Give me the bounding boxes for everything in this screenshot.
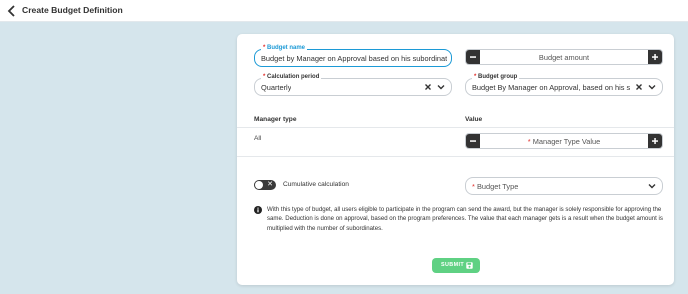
toggle-knob (255, 181, 263, 189)
plus-button[interactable] (648, 50, 662, 64)
table-divider (237, 156, 674, 157)
cumulative-label: Cumulative calculation (283, 181, 349, 188)
manager-type-value-stepper[interactable]: * Manager Type Value (465, 133, 663, 149)
chevron-down-icon[interactable] (436, 82, 446, 92)
chevron-down-icon[interactable] (647, 82, 657, 92)
info-text: With this type of budget, all users elig… (267, 206, 663, 232)
calculation-period-select[interactable]: * Calculation period Quarterly (254, 73, 452, 96)
calculation-period-label: * Calculation period (261, 73, 322, 81)
manager-type-header: Manager type (254, 116, 297, 123)
budget-name-label: * Budget name (261, 44, 308, 52)
minus-button[interactable] (466, 134, 480, 148)
budget-name-field[interactable]: * Budget name Budget by Manager on Appro… (254, 44, 452, 67)
table-divider (237, 127, 674, 128)
budget-amount-stepper[interactable]: Budget amount (465, 49, 663, 65)
budget-type-placeholder: * Budget Type (472, 182, 519, 191)
budget-amount-placeholder: Budget amount (538, 53, 590, 62)
budget-type-select[interactable]: * Budget Type (465, 177, 663, 195)
submit-label: SUBMIT (441, 262, 465, 268)
top-bar: Create Budget Definition (0, 0, 688, 22)
minus-button[interactable] (466, 50, 480, 64)
budget-form-card: * Budget name Budget by Manager on Appro… (237, 34, 674, 285)
budget-group-label: * Budget group (472, 73, 520, 81)
close-icon[interactable] (634, 82, 644, 92)
close-icon[interactable] (423, 82, 433, 92)
plus-icon (652, 54, 658, 60)
plus-button[interactable] (648, 134, 662, 148)
page-title: Create Budget Definition (22, 5, 123, 15)
calculation-period-value: Quarterly (261, 83, 292, 92)
close-icon: ✕ (267, 181, 273, 188)
save-icon (466, 262, 473, 269)
chevron-left-icon[interactable] (7, 5, 17, 17)
cumulative-toggle[interactable]: ✕ (254, 180, 276, 190)
chevron-down-icon[interactable] (647, 181, 657, 191)
budget-group-select[interactable]: * Budget group Budget By Manager on Appr… (465, 73, 663, 96)
budget-name-value: Budget by Manager on Approval based on h… (261, 54, 447, 63)
manager-type-cell: All (254, 135, 262, 142)
submit-button[interactable]: SUBMIT (432, 258, 480, 273)
info-icon (254, 206, 262, 214)
plus-icon (652, 138, 658, 144)
manager-type-value-placeholder: * Manager Type Value (527, 137, 601, 146)
value-header: Value (465, 116, 483, 123)
budget-group-value: Budget By Manager on Approval, based on … (472, 83, 630, 92)
minus-icon (470, 140, 476, 142)
minus-icon (470, 56, 476, 58)
